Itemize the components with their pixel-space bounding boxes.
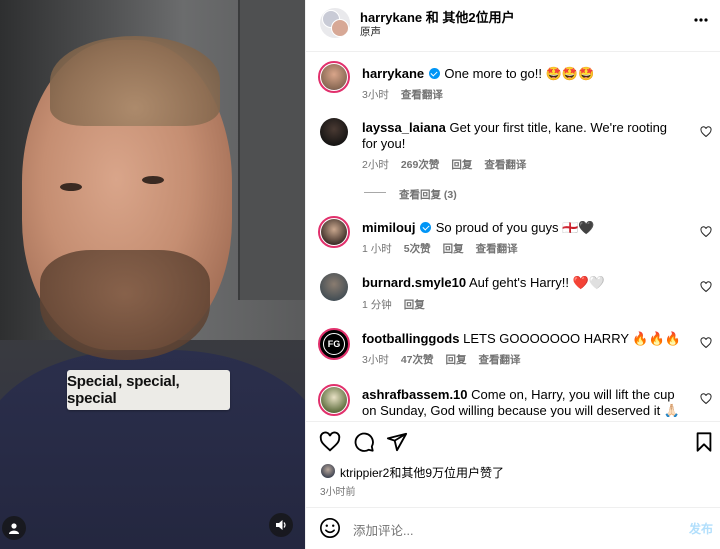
verified-badge-icon [428, 68, 440, 79]
header-title[interactable]: harrykane 和 其他2位用户 [360, 7, 515, 26]
comment-meta: 3小时 47次赞 回复 查看翻译 [362, 352, 521, 367]
comment-avatar[interactable] [320, 118, 348, 146]
comment-username[interactable]: layssa_laiana [362, 120, 446, 135]
profile-button[interactable] [2, 516, 26, 540]
post-meta: 3小时 查看翻译 [362, 87, 443, 102]
comment-username[interactable]: mimilouj [362, 220, 415, 235]
comment-username[interactable]: burnard.smyle10 [362, 275, 466, 290]
post-age: 3小时前 [320, 487, 356, 498]
comment-avatar[interactable] [320, 273, 348, 301]
comment-avatar[interactable]: FG [318, 328, 350, 360]
comment-avatar[interactable] [318, 384, 350, 416]
emoji-icon[interactable] [319, 517, 341, 539]
post-comment-button[interactable]: 发布 [689, 520, 713, 537]
left-eye [60, 183, 82, 191]
person-icon [9, 523, 19, 534]
translate-link[interactable]: 查看翻译 [479, 352, 521, 367]
more-dots-icon[interactable] [694, 18, 708, 22]
like-comment-icon[interactable] [700, 281, 712, 293]
post-text: One more to go!! 🤩🤩🤩 [444, 66, 595, 81]
comment-username[interactable]: ashrafbassem.10 [362, 387, 468, 402]
like-post-icon[interactable] [319, 431, 341, 453]
post-header: harrykane 和 其他2位用户 原声 [306, 0, 720, 52]
save-icon[interactable] [693, 431, 715, 453]
author-avatar[interactable] [318, 61, 350, 93]
like-comment-icon[interactable] [700, 393, 712, 405]
reply-button[interactable]: 回复 [404, 297, 425, 312]
comment-body: burnard.smyle10 Auf geht's Harry!! ❤️🤍 [362, 275, 605, 291]
comment-time: 1 小时 [362, 243, 392, 255]
header-avatar[interactable] [320, 8, 350, 38]
comment-time: 2小时 [362, 159, 389, 171]
verified-badge-icon [420, 222, 432, 233]
post-translate-link[interactable]: 查看翻译 [401, 87, 443, 102]
comment-time: 1 分钟 [362, 299, 392, 311]
comment-time: 3小时 [362, 354, 389, 366]
post-caption: harrykane One more to go!! 🤩🤩🤩 [362, 66, 594, 82]
comment-input[interactable]: 添加评论... [353, 520, 413, 539]
comment-body: ashrafbassem.10 Come on, Harry, you will… [362, 387, 682, 417]
likes-avatar[interactable] [320, 463, 336, 479]
reply-button[interactable]: 回复 [451, 157, 472, 172]
background-door [238, 0, 305, 300]
right-eye [142, 176, 164, 184]
like-comment-icon[interactable] [700, 226, 712, 238]
video-caption: Special, special, special [67, 370, 230, 410]
comment-body: layssa_laiana Get your first title, kane… [362, 120, 672, 152]
comment-text: LETS GOOOOOOO HARRY 🔥🔥🔥 [463, 331, 681, 346]
audio-label[interactable]: 原声 [360, 24, 381, 39]
author-username[interactable]: harrykane [362, 66, 424, 81]
comment-likes[interactable]: 269次赞 [401, 157, 440, 172]
post-time: 3小时 [362, 89, 389, 101]
action-bar [306, 421, 720, 461]
view-replies-label[interactable]: 查看回复 (3) [399, 187, 457, 202]
like-comment-icon[interactable] [700, 126, 712, 138]
comment-meta: 1 分钟 回复 [362, 297, 425, 312]
comment-text: So proud of you guys 🏴󠁧󠁢󠁥󠁮󠁧󠁿🖤 [435, 220, 595, 235]
reply-button[interactable]: 回复 [446, 352, 467, 367]
speaker-icon [275, 520, 286, 530]
view-replies[interactable]: 查看回复 (3) [399, 187, 457, 202]
comment-text: Auf geht's Harry!! ❤️🤍 [468, 275, 605, 290]
comment-avatar[interactable] [318, 216, 350, 248]
translate-link[interactable]: 查看翻译 [476, 241, 518, 256]
reply-button[interactable]: 回复 [443, 241, 464, 256]
translate-link[interactable]: 查看翻译 [484, 157, 526, 172]
comment-likes[interactable]: 47次赞 [401, 352, 434, 367]
composer-divider [306, 507, 720, 508]
reel-video[interactable]: Special, special, special [0, 0, 305, 549]
like-comment-icon[interactable] [700, 337, 712, 349]
comment-username[interactable]: footballinggods [362, 331, 459, 346]
comment-meta: 2小时 269次赞 回复 查看翻译 [362, 157, 526, 172]
beard [40, 250, 210, 360]
comments-panel: harrykane 和 其他2位用户 原声 harrykane One more… [305, 0, 720, 549]
comment-likes[interactable]: 5次赞 [404, 241, 431, 256]
share-icon[interactable] [386, 431, 408, 453]
sound-toggle-button[interactable] [269, 513, 293, 537]
comment-body: mimilouj So proud of you guys 🏴󠁧󠁢󠁥󠁮󠁧󠁿🖤 [362, 220, 595, 236]
replies-divider [364, 192, 386, 193]
likes-summary[interactable]: ktrippier2和其他9万位用户赞了 [340, 464, 504, 481]
comment-meta: 1 小时 5次赞 回复 查看翻译 [362, 241, 518, 256]
comment-icon[interactable] [353, 431, 375, 453]
comment-body: footballinggods LETS GOOOOOOO HARRY 🔥🔥🔥 [362, 331, 681, 347]
hair [50, 36, 220, 126]
